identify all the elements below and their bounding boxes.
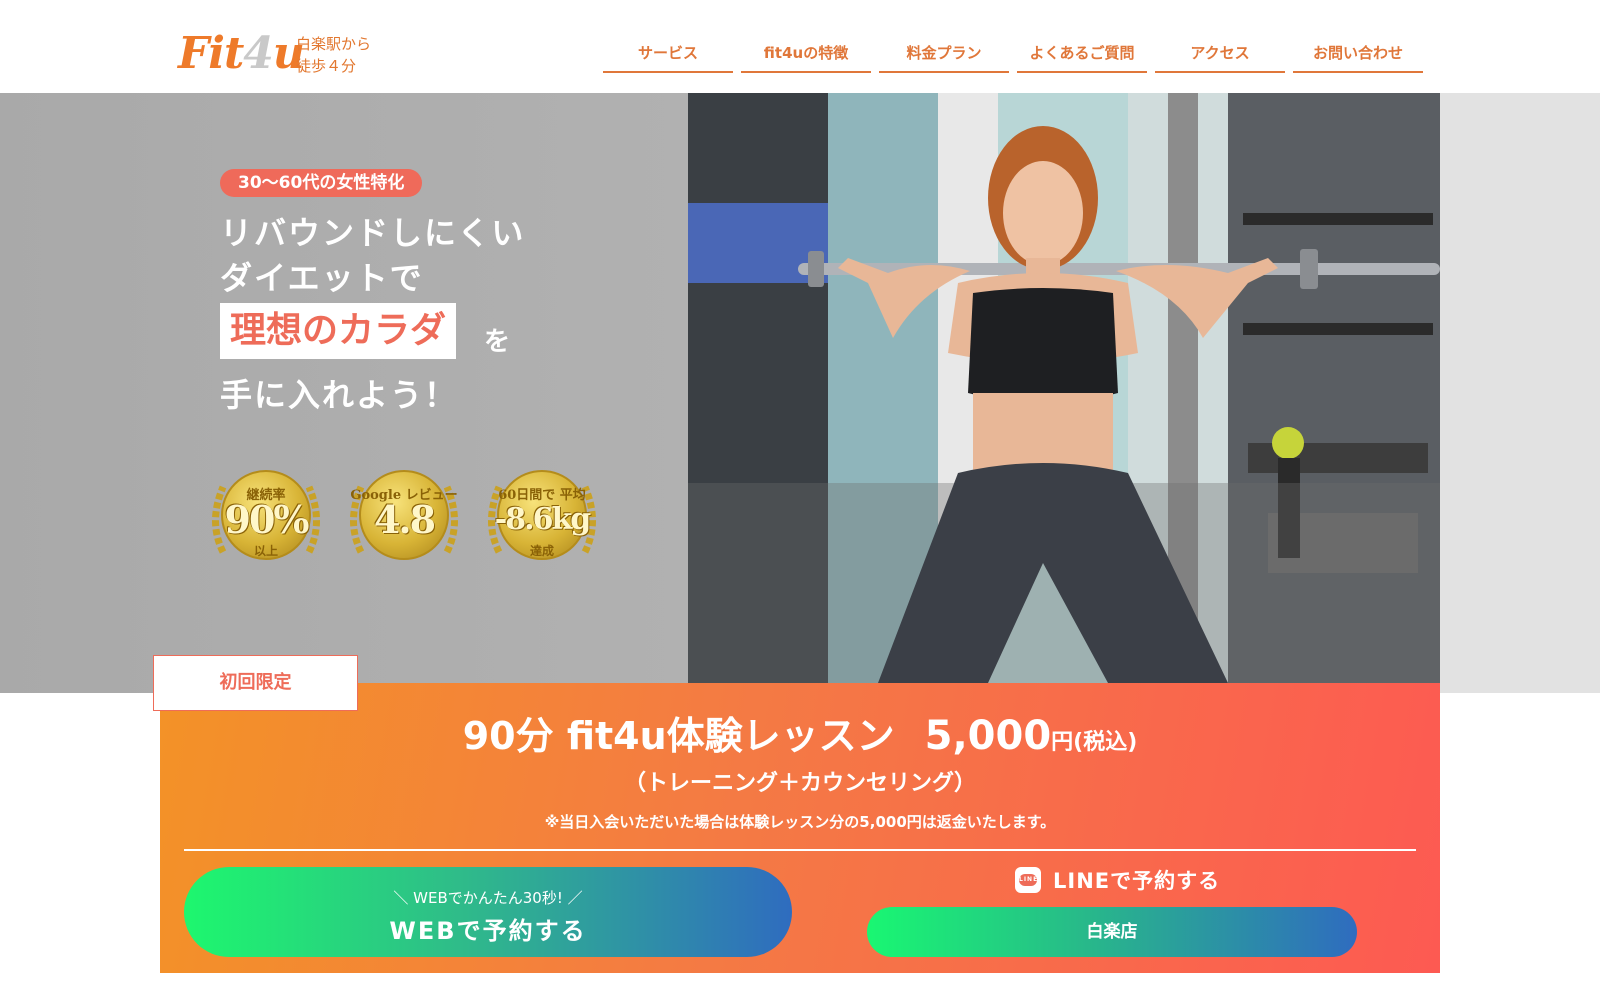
award-1-bottom: 以上 [253, 544, 278, 558]
logo-text-4: 4 [243, 28, 274, 79]
hero-headline-line-4: 手に入れよう！ [220, 376, 459, 414]
store-hakuraku-button[interactable]: 白楽店 [867, 907, 1357, 957]
trial-offer-panel: 90分 fit4u体験レッスン 5,000円(税込) （トレーニング＋カウンセリン… [160, 683, 1440, 973]
nav-item-features[interactable]: fit4uの特徴 [741, 38, 871, 73]
web-reserve-button[interactable]: ＼ WEBでかんたん30秒! ／ WEBで予約する [184, 867, 792, 957]
nav-item-faq[interactable]: よくあるご質問 [1017, 38, 1147, 73]
award-google-review: Google レビュー 4.8 [341, 462, 467, 580]
tagline-line-2: 徒歩４分 [296, 57, 357, 75]
nav-item-access[interactable]: アクセス [1155, 38, 1285, 73]
gym-photo-illustration [688, 93, 1440, 683]
hero-particle: を [484, 327, 511, 357]
fit4u-logo[interactable]: Fit4u [178, 28, 305, 80]
offer-price-unit: 円(税込) [1051, 730, 1138, 755]
nav-item-service[interactable]: サービス [603, 38, 733, 73]
award-2-value: 4.8 [373, 497, 436, 542]
offer-refund-note: ※当日入会いただいた場合は体験レッスン分の5,000円は返金いたします。 [544, 813, 1056, 831]
target-audience-badge: 30〜60代の女性特化 [220, 169, 423, 197]
hero-highlight-ideal-body: 理想のカラダ [220, 303, 457, 359]
award-retention-rate: 継続率 90% 以上 [203, 462, 329, 580]
offer-subtitle: （トレーニング＋カウンセリング） [623, 771, 976, 796]
nav-item-contact[interactable]: お問い合わせ [1293, 38, 1423, 73]
hero-headline-line-1: リバウンドしにくい [220, 214, 526, 252]
award-3-bottom: 達成 [529, 544, 554, 558]
site-header: Fit4u 白楽駅から 徒歩４分 サービス fit4uの特徴 料金プラン よくあ… [0, 0, 1600, 93]
line-app-icon: LINE [1015, 867, 1041, 893]
line-reserve-label: LINEで予約する [1053, 869, 1221, 893]
line-icon-text: LINE [1019, 874, 1037, 886]
hero-right-panel [1440, 93, 1600, 693]
main-nav: サービス fit4uの特徴 料金プラン よくあるご質問 アクセス お問い合わせ [603, 38, 1423, 73]
nav-item-pricing[interactable]: 料金プラン [879, 38, 1009, 73]
hero-photo-woman-squat [688, 93, 1440, 683]
offer-title-text: 90分 fit4u体験レッスン [462, 714, 895, 758]
first-time-only-tag: 初回限定 [153, 655, 358, 711]
offer-title: 90分 fit4u体験レッスン 5,000円(税込) [160, 705, 1440, 760]
line-reserve-link[interactable]: LINE LINEで予約する [1015, 865, 1220, 895]
logo-text-fit: Fit [178, 28, 244, 79]
tagline-line-1: 白楽駅から [296, 35, 372, 53]
web-reserve-label: WEBで予約する [389, 917, 587, 945]
award-weight-loss: 60日間で 平均 -8.6kg 達成 [479, 462, 605, 580]
offer-divider [184, 849, 1416, 851]
award-1-value: 90% [224, 497, 310, 542]
hero-headline-line-2: ダイエットで [220, 259, 424, 297]
award-3-value: -8.6kg [494, 502, 591, 537]
web-reserve-subtext: ＼ WEBでかんたん30秒! ／ [393, 889, 583, 907]
offer-price: 5,000 [924, 713, 1052, 759]
location-tagline: 白楽駅から 徒歩４分 [296, 33, 371, 77]
